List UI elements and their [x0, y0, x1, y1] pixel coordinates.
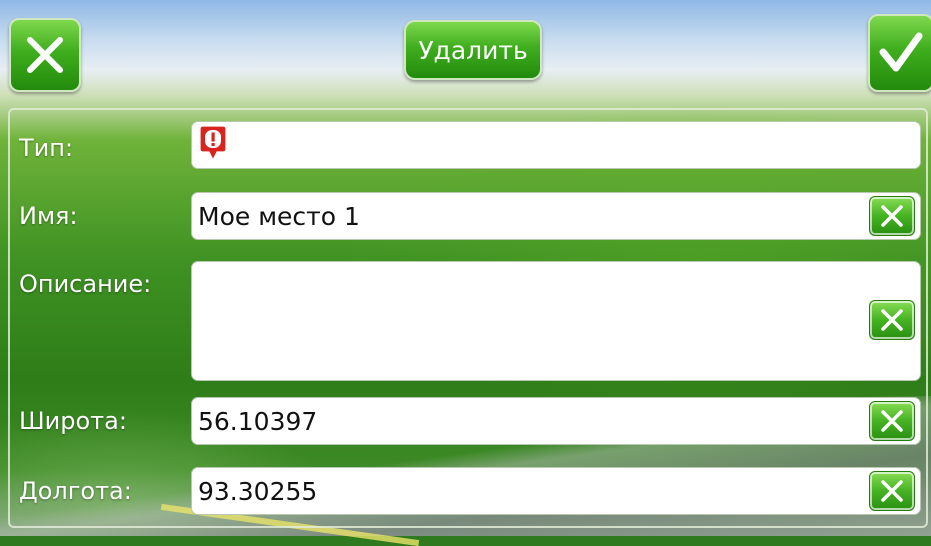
type-field[interactable]	[191, 121, 921, 169]
cancel-button[interactable]	[9, 18, 81, 92]
latitude-label: Широта:	[19, 407, 127, 435]
clear-x-icon	[881, 205, 903, 227]
latitude-input[interactable]: 56.10397	[198, 407, 920, 436]
type-label: Тип:	[19, 134, 74, 162]
longitude-label: Долгота:	[19, 477, 132, 505]
longitude-field[interactable]: 93.30255	[191, 467, 921, 515]
name-label: Имя:	[19, 202, 78, 230]
clear-name-button[interactable]	[869, 196, 915, 236]
close-x-icon	[27, 37, 63, 73]
confirm-button[interactable]	[868, 14, 931, 92]
clear-x-icon	[881, 309, 903, 331]
name-input[interactable]: Мое место 1	[198, 202, 920, 231]
latitude-field[interactable]: 56.10397	[191, 397, 921, 445]
clear-longitude-button[interactable]	[869, 471, 915, 511]
clear-x-icon	[881, 480, 903, 502]
clear-description-button[interactable]	[869, 300, 915, 340]
clear-latitude-button[interactable]	[869, 401, 915, 441]
exclamation-pin-icon	[198, 124, 228, 166]
checkmark-icon	[879, 32, 923, 72]
top-toolbar: Удалить	[0, 0, 931, 100]
description-field[interactable]	[191, 261, 921, 381]
description-label: Описание:	[19, 270, 152, 298]
longitude-input[interactable]: 93.30255	[198, 477, 920, 506]
clear-x-icon	[881, 410, 903, 432]
delete-button[interactable]: Удалить	[404, 20, 542, 80]
name-field[interactable]: Мое место 1	[191, 192, 921, 240]
